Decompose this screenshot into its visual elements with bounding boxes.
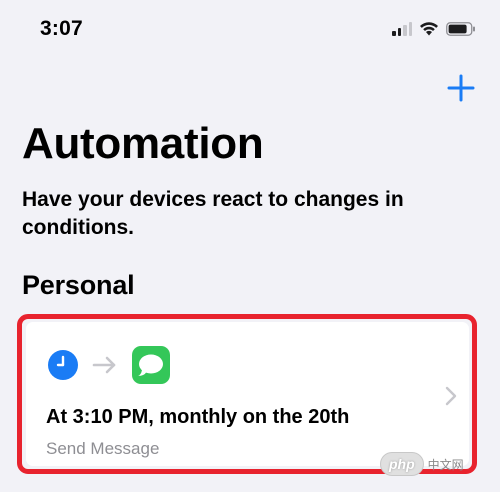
plus-icon <box>447 74 475 102</box>
clock-icon <box>48 350 78 380</box>
automation-subtitle: Send Message <box>46 439 160 458</box>
messages-icon <box>132 346 170 384</box>
wifi-icon <box>419 21 439 36</box>
cellular-signal-icon <box>392 21 412 36</box>
watermark-text: 中文网 <box>427 457 464 472</box>
status-icons <box>392 21 476 36</box>
battery-icon <box>446 21 476 36</box>
page-title: Automation <box>22 119 264 168</box>
status-time: 3:07 <box>40 17 83 40</box>
watermark-logo: php <box>380 452 424 476</box>
add-automation-button[interactable] <box>447 74 475 102</box>
page-subtitle: Have your devices react to changes in co… <box>22 188 404 239</box>
chevron-right-icon <box>445 386 457 406</box>
watermark: php 中文网 <box>380 450 490 478</box>
automation-title: At 3:10 PM, monthly on the 20th <box>46 406 350 428</box>
automation-flow-icons <box>48 346 170 384</box>
section-title-personal: Personal <box>22 270 135 300</box>
automation-screen: 3:07 Automation Have your devices react … <box>0 0 500 492</box>
arrow-right-icon <box>92 356 116 374</box>
automation-card[interactable]: At 3:10 PM, monthly on the 20th Send Mes… <box>26 322 469 466</box>
